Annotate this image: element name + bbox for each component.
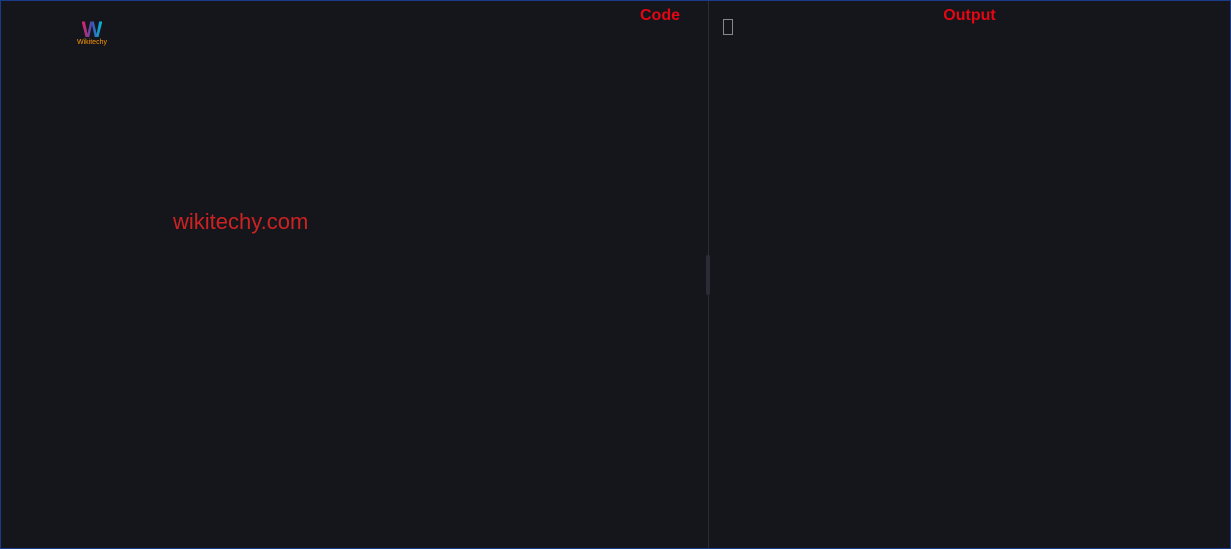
output-placeholder-icon xyxy=(723,19,733,35)
logo-letter-icon: W xyxy=(82,19,103,41)
watermark-text: wikitechy.com xyxy=(173,209,308,235)
editor-container: Code W Wikitechy wikitechy.com Output xyxy=(0,0,1231,549)
wikitechy-logo: W Wikitechy xyxy=(77,19,107,49)
logo-subtext: Wikitechy xyxy=(77,39,107,46)
code-panel-title: Code xyxy=(640,7,680,25)
output-panel-title: Output xyxy=(943,7,995,25)
panel-resize-handle[interactable] xyxy=(706,255,710,295)
code-panel[interactable]: Code W Wikitechy wikitechy.com xyxy=(1,1,709,548)
output-panel: Output xyxy=(709,1,1230,548)
